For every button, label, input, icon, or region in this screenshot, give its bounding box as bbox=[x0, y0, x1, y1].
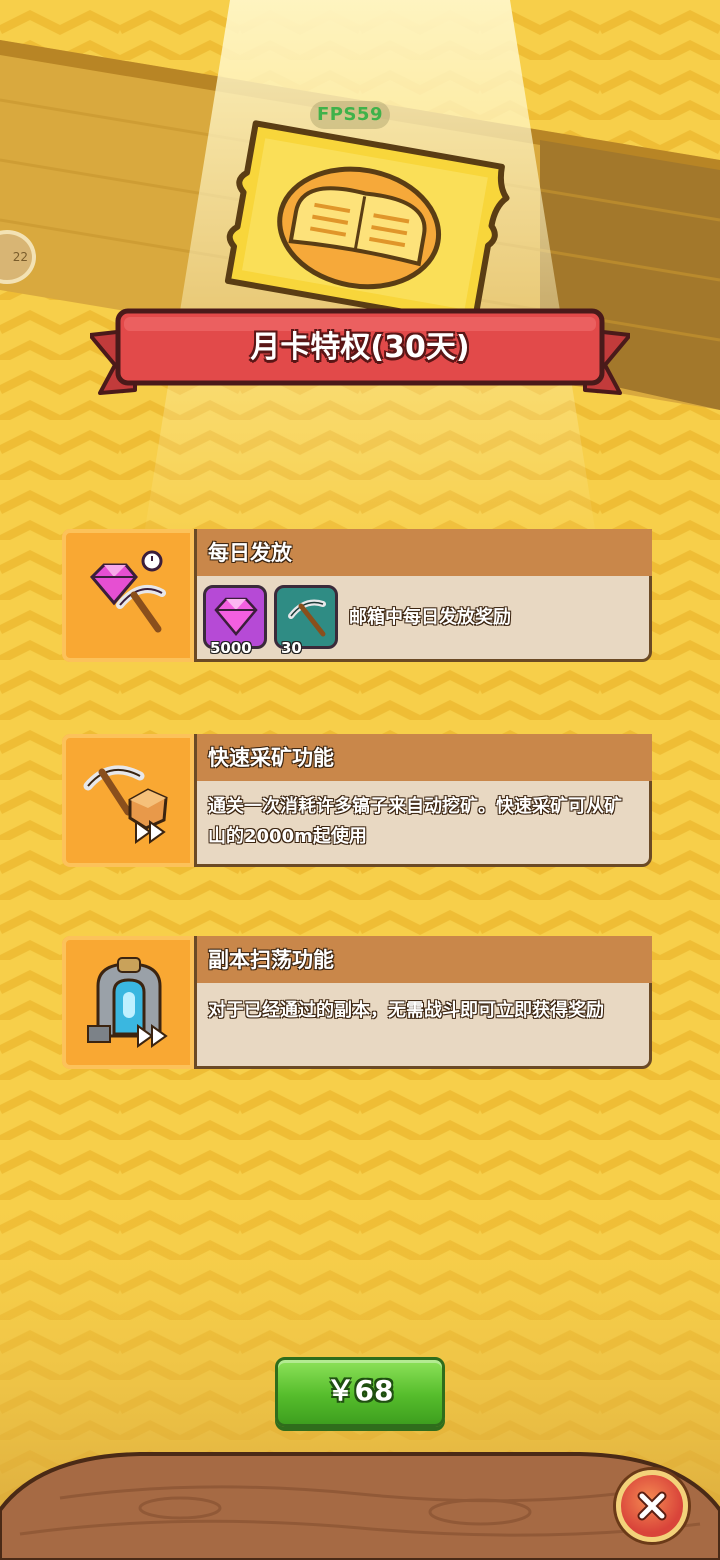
page-title: 月卡特权(30天) bbox=[250, 330, 470, 365]
card-title: 每日发放 bbox=[208, 541, 292, 565]
feature-card-daily: 每日发放 5000 30 邮箱中每日发放奖励 bbox=[62, 529, 652, 662]
gem-icon bbox=[214, 597, 258, 636]
card-icon-box bbox=[62, 529, 197, 662]
reward-qty: 30 bbox=[281, 639, 302, 657]
card-description: 对于已经通过的副本，无需战斗即可立即获得奖励 bbox=[208, 1000, 604, 1021]
card-description: 通关一次消耗许多镐子来自动挖矿。快速采矿可从矿山的2000m起使用 bbox=[208, 796, 622, 847]
reward-gem[interactable]: 5000 bbox=[203, 585, 267, 657]
pickaxe-icon bbox=[288, 599, 326, 637]
buy-button[interactable]: ￥68 bbox=[275, 1357, 445, 1427]
reward-qty: 5000 bbox=[210, 639, 252, 657]
bottom-wood-bar bbox=[0, 1452, 720, 1560]
card-title: 快速采矿功能 bbox=[208, 746, 334, 770]
reward-pickaxe[interactable]: 30 bbox=[274, 585, 338, 657]
card-icon-box bbox=[62, 936, 197, 1069]
card-description: 邮箱中每日发放奖励 bbox=[349, 607, 511, 628]
close-icon bbox=[637, 1491, 667, 1521]
card-icon-box bbox=[62, 734, 197, 867]
close-button[interactable] bbox=[616, 1470, 688, 1542]
card-title: 副本扫荡功能 bbox=[208, 948, 334, 972]
fast-mining-icon bbox=[83, 765, 168, 844]
feature-card-dungeon-sweep: 副本扫荡功能 对于已经通过的副本，无需战斗即可立即获得奖励 bbox=[62, 936, 652, 1069]
dungeon-sweep-icon bbox=[87, 957, 168, 1048]
feature-card-fast-mining: 快速采矿功能 通关一次消耗许多镐子来自动挖矿。快速采矿可从矿山的2000m起使用 bbox=[62, 734, 652, 867]
gem-pickaxe-icon bbox=[89, 550, 166, 633]
buy-button-label: ￥68 bbox=[326, 1374, 394, 1407]
monthly-card-ticket-icon bbox=[224, 120, 510, 328]
